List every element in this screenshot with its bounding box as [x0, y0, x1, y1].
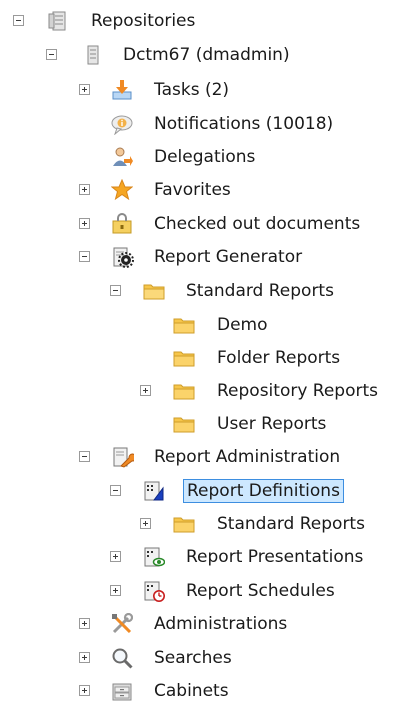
tree-node-label: Repository Reports [217, 381, 379, 401]
expand-toggle[interactable] [79, 685, 90, 696]
magnifier-icon [111, 647, 133, 669]
report-generator-gear-icon [112, 246, 134, 268]
expand-toggle[interactable] [79, 618, 90, 629]
tree-node-searches[interactable]: Searches [0, 644, 401, 674]
tree-node-notifications[interactable]: Notifications (10018) [0, 110, 401, 140]
tree-node-standard-reports[interactable]: Standard Reports [0, 510, 401, 540]
tree-node-label: Standard Reports [186, 281, 334, 301]
expand-toggle[interactable] [110, 585, 121, 596]
tree-node-folder-reports[interactable]: Folder Reports [0, 344, 401, 374]
tree-node-label: Favorites [154, 180, 231, 200]
tree-node-label: Administrations [154, 614, 288, 634]
tree-node-report-administration[interactable]: Report Administration [0, 443, 401, 473]
tree-node-repository-reports[interactable]: Repository Reports [0, 377, 401, 407]
tree-node-user-reports[interactable]: User Reports [0, 410, 401, 440]
tree-node-label: User Reports [217, 414, 327, 434]
tree-node-administrations[interactable]: Administrations [0, 610, 401, 640]
tree-node-report-schedules[interactable]: Report Schedules [0, 577, 401, 607]
tree-node-repositories[interactable]: Repositories [0, 7, 401, 37]
tree-node-label: Report Presentations [186, 547, 364, 567]
tree-node-label: Cabinets [154, 681, 229, 701]
tree-node-label: Folder Reports [217, 348, 341, 368]
repository-tree: Repositories Dctm67 (dmadmin) Tasks (2) … [0, 0, 401, 702]
tree-node-label: Searches [154, 648, 232, 668]
folder-open-icon [143, 280, 165, 302]
delegate-user-icon [111, 146, 133, 168]
tree-node-checked-out-documents[interactable]: Checked out documents [0, 210, 401, 240]
collapse-toggle[interactable] [110, 285, 121, 296]
tree-node-tasks[interactable]: Tasks (2) [0, 76, 401, 106]
inbox-download-icon [111, 79, 133, 101]
collapse-toggle[interactable] [79, 251, 90, 262]
tree-node-label: Standard Reports [217, 514, 365, 534]
tree-node-label: Report Definitions [183, 479, 344, 503]
report-definition-icon [143, 480, 165, 502]
tree-node-cabinets[interactable]: Cabinets [0, 677, 401, 707]
tree-node-report-presentations[interactable]: Report Presentations [0, 543, 401, 573]
tree-node-label: Report Schedules [186, 581, 335, 601]
star-icon [111, 179, 133, 201]
expand-toggle[interactable] [110, 551, 121, 562]
folder-icon [173, 314, 195, 336]
tree-node-label: Demo [217, 315, 268, 335]
lock-folder-icon [111, 213, 133, 235]
expand-toggle[interactable] [79, 652, 90, 663]
tree-node-report-definitions[interactable]: Report Definitions [0, 477, 401, 507]
report-schedule-clock-icon [143, 580, 165, 602]
folder-icon [173, 380, 195, 402]
repositories-server-icon [47, 10, 69, 32]
tree-node-demo[interactable]: Demo [0, 311, 401, 341]
collapse-toggle[interactable] [13, 15, 24, 26]
tree-node-label: Repositories [91, 11, 196, 31]
tree-node-label: Report Administration [154, 447, 341, 467]
report-presentation-icon [143, 546, 165, 568]
notification-info-icon [111, 113, 133, 135]
expand-toggle[interactable] [79, 184, 90, 195]
collapse-toggle[interactable] [79, 451, 90, 462]
report-admin-wrench-icon [112, 446, 134, 468]
folder-icon [173, 513, 195, 535]
tree-node-label: Report Generator [154, 247, 303, 267]
tree-node-delegations[interactable]: Delegations [0, 143, 401, 173]
tree-node-report-generator[interactable]: Report Generator [0, 243, 401, 273]
collapse-toggle[interactable] [46, 49, 57, 60]
tools-icon [111, 613, 133, 635]
folder-icon [173, 413, 195, 435]
tree-node-label: Notifications (10018) [154, 114, 334, 134]
tree-node-label: Tasks (2) [154, 80, 230, 100]
tree-node-favorites[interactable]: Favorites [0, 176, 401, 206]
repository-server-icon [82, 44, 104, 66]
expand-toggle[interactable] [140, 518, 151, 529]
tree-node-label: Dctm67 (dmadmin) [123, 45, 290, 65]
cabinet-icon [111, 680, 133, 702]
collapse-toggle[interactable] [110, 485, 121, 496]
tree-node-label: Checked out documents [154, 214, 361, 234]
folder-icon [173, 347, 195, 369]
expand-toggle[interactable] [79, 84, 90, 95]
expand-toggle[interactable] [79, 218, 90, 229]
tree-node-label: Delegations [154, 147, 256, 167]
tree-node-repository[interactable]: Dctm67 (dmadmin) [0, 41, 401, 71]
tree-node-standard-reports[interactable]: Standard Reports [0, 277, 401, 307]
expand-toggle[interactable] [140, 385, 151, 396]
